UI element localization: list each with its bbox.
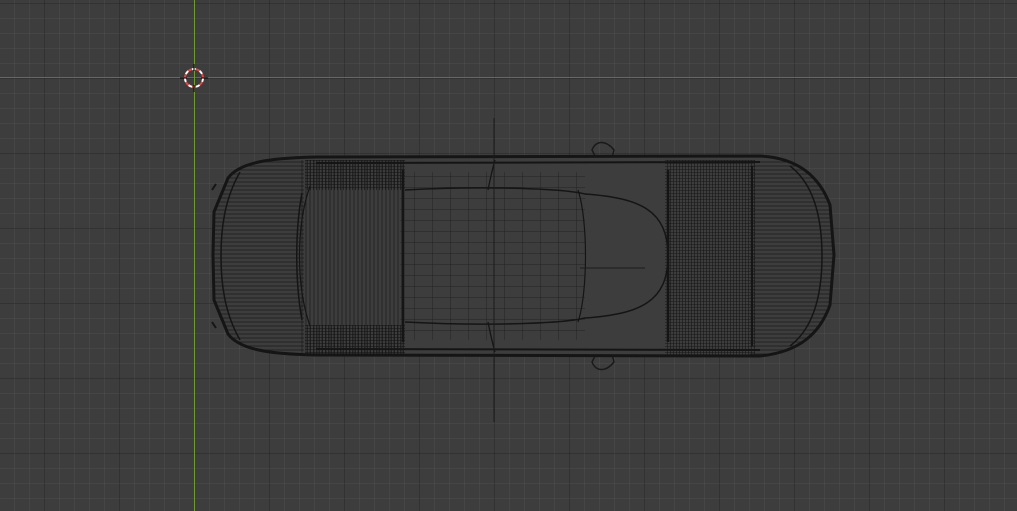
car-wireframe-model[interactable] — [0, 0, 1017, 511]
3d-viewport[interactable] — [0, 0, 1017, 511]
3d-cursor-icon[interactable] — [178, 62, 210, 94]
car-body — [211, 118, 836, 422]
